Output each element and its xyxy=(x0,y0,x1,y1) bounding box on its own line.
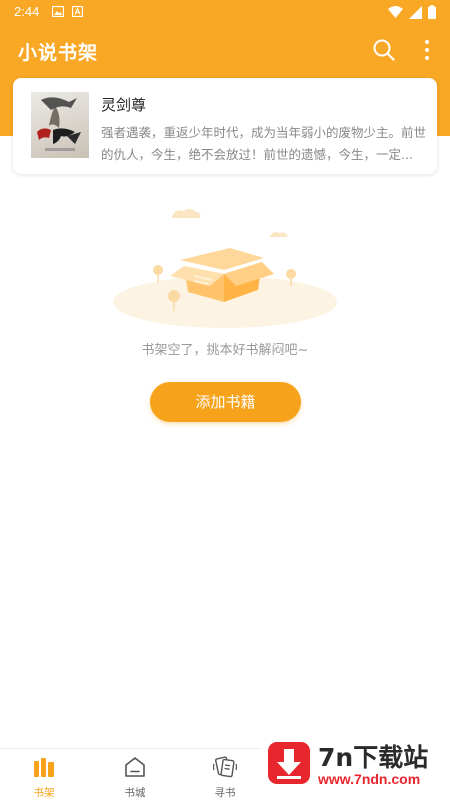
nav-label-bookstore: 书城 xyxy=(124,787,146,799)
nav-item-bookshelf[interactable]: 书架 xyxy=(9,753,79,799)
signal-icon xyxy=(409,5,422,19)
watermark-url: www.7ndn.com xyxy=(318,771,421,787)
battery-icon xyxy=(428,5,436,19)
watermark-brand: 7n下载站 xyxy=(318,743,429,772)
empty-state-message: 书架空了，挑本好书解闷吧~ xyxy=(141,343,309,358)
book-cover xyxy=(31,92,89,158)
wifi-icon xyxy=(388,6,403,18)
add-book-button[interactable]: 添加书籍 xyxy=(150,382,301,422)
font-a-icon xyxy=(72,6,83,17)
find-book-icon xyxy=(213,756,237,778)
search-icon[interactable] xyxy=(372,38,396,62)
empty-box-icon xyxy=(113,208,337,328)
nav-label-find-book: 寻书 xyxy=(214,787,236,799)
nav-item-find-book[interactable]: 寻书 xyxy=(190,753,260,799)
book-card[interactable]: 灵剑尊 强者遇袭，重返少年时代，成为当年弱小的废物少主。前世的仇人，今生，绝不会… xyxy=(13,78,437,174)
status-time: 2:44 xyxy=(14,4,40,19)
more-vert-icon[interactable] xyxy=(415,38,439,62)
image-icon xyxy=(52,6,64,17)
book-cover-art xyxy=(37,97,81,151)
watermark: 7n下载站 www.7ndn.com xyxy=(262,734,450,796)
status-bar: 2:44 xyxy=(0,0,450,24)
book-description: 强者遇袭，重返少年时代，成为当年弱小的废物少主。前世的仇人，今生，绝不会放过！前… xyxy=(101,125,427,162)
nav-item-bookstore[interactable]: 书城 xyxy=(100,753,170,799)
bookshelf-icon xyxy=(34,758,54,777)
home-icon xyxy=(125,757,145,777)
download-arrow-icon xyxy=(268,742,310,784)
page-title: 小说书架 xyxy=(18,42,99,64)
nav-label-bookshelf: 书架 xyxy=(33,787,55,799)
book-title: 灵剑尊 xyxy=(101,96,147,114)
